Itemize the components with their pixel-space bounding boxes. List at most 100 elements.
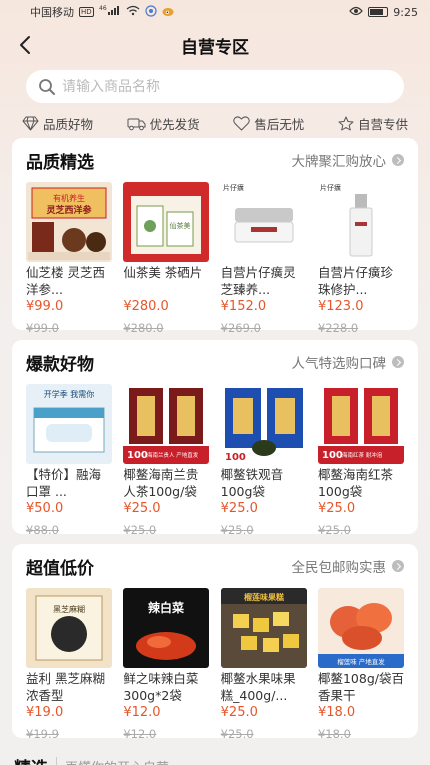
svg-text:仙茶美: 仙茶美	[170, 221, 191, 230]
product-price: ¥25.0	[317, 501, 356, 516]
product-name: 椰鳌水果味果糕_400g/...	[220, 671, 296, 703]
svg-text:100: 100	[225, 452, 246, 463]
product-card[interactable]: 榴莲味 产地直发 椰鳌108g/袋百香果干 ¥18.0 ¥18.0	[317, 588, 404, 742]
product-name: 仙芝楼 灵芝西洋参...	[26, 265, 105, 297]
product-original-price: ¥228.0	[317, 321, 359, 335]
product-card[interactable]: 辣白菜 鲜之味辣白菜300g*2袋 ¥12.0 ¥12.0	[123, 588, 210, 742]
product-card[interactable]: 黑芝麻糊 益利 黑芝麻糊 浓香型 ¥19.0 ¥19.9	[26, 588, 112, 742]
truck-icon	[127, 118, 146, 130]
product-original-price: ¥12.0	[123, 727, 157, 741]
heart-icon	[233, 115, 251, 130]
product-name: 椰鳌海南兰贵人茶100g/袋	[123, 467, 199, 499]
product-original-price: ¥280.0	[123, 321, 164, 335]
product-card[interactable]: 100 海南红茶 耐冲泡 椰鳌海南红茶100g袋 ¥25.0 ¥25.0	[317, 384, 404, 538]
product-image: 榴莲味果糕	[220, 588, 307, 668]
section-more-label: 大牌聚汇购放心	[291, 154, 387, 170]
nav-bar: 自营专区	[0, 24, 430, 66]
product-price: ¥99.0	[26, 299, 64, 314]
product-name: 自营片仔癀珍珠修护...	[317, 265, 393, 297]
chevron-right-icon	[392, 356, 404, 368]
search-bar[interactable]	[26, 70, 404, 103]
product-original-price: ¥99.0	[26, 321, 59, 335]
back-button[interactable]	[14, 32, 36, 58]
svg-text:黑芝麻糊: 黑芝麻糊	[53, 604, 85, 614]
product-price: ¥152.0	[220, 299, 267, 314]
product-price: ¥123.0	[317, 299, 364, 314]
svg-text:榴莲味 产地直发: 榴莲味 产地直发	[337, 657, 385, 666]
svg-text:灵芝西洋参: 灵芝西洋参	[45, 204, 92, 216]
product-price: ¥25.0	[220, 705, 258, 720]
product-image: 仙茶美	[123, 182, 210, 262]
product-image: 黑芝麻糊	[26, 588, 112, 668]
product-card[interactable]: 有机养生 灵芝西洋参 仙芝楼 灵芝西洋参... ¥99.0 ¥99.0	[26, 182, 112, 336]
svg-text:开学季 我需你: 开学季 我需你	[44, 389, 95, 399]
product-name: 椰鳌铁观音100g袋	[220, 467, 284, 499]
diamond-icon	[22, 116, 39, 130]
product-name: 【特价】融海口罩 ...	[26, 467, 102, 499]
section-hot: 爆款好物 人气特选购口碑 开学季 我需你 【特价】融海口罩 ... ¥50.0 …	[12, 340, 418, 537]
search-icon	[39, 78, 55, 95]
section-title: 爆款好物	[26, 354, 94, 375]
product-price: ¥50.0	[26, 501, 64, 516]
section-subtitle: 再懂你的开心自营	[56, 757, 169, 765]
product-name: 自营片仔癀灵芝臻养...	[220, 265, 296, 297]
clock: 9:25	[393, 5, 418, 19]
product-image: 100 海南红茶 耐冲泡	[317, 384, 404, 464]
status-bar: 中国移动 HD 46 9:25	[0, 0, 430, 24]
product-card[interactable]: 片仔癀 自营片仔癀灵芝臻养... ¥152.0 ¥269.0	[220, 182, 307, 336]
product-name: 椰鳌108g/袋百香果干	[317, 671, 404, 703]
product-card[interactable]: 仙茶美 仙茶美 茶硒片 ¥280.0 ¥280.0	[123, 182, 210, 336]
product-card[interactable]: 100 海南兰贵人 产地直发 椰鳌海南兰贵人茶100g/袋 ¥25.0 ¥25.…	[123, 384, 210, 538]
section-more-label: 全民包邮购实惠	[291, 560, 387, 576]
svg-text:片仔癀: 片仔癀	[223, 183, 244, 192]
hd-icon: HD	[79, 7, 94, 17]
svg-text:海南兰贵人 产地直发: 海南兰贵人 产地直发	[147, 451, 199, 459]
section-title: 品质精选	[26, 152, 94, 173]
product-card[interactable]: 片仔癀 自营片仔癀珍珠修护... ¥123.0 ¥228.0	[317, 182, 404, 336]
product-price: ¥19.0	[26, 705, 64, 720]
product-name: 椰鳌海南红茶100g袋	[317, 467, 393, 499]
svg-text:46: 46	[99, 5, 107, 12]
product-original-price: ¥25.0	[220, 523, 254, 537]
wifi-icon	[126, 5, 140, 19]
section-quality: 品质精选 大牌聚汇购放心 有机养生 灵芝西洋参 仙芝楼 灵芝西洋参... ¥99…	[12, 138, 418, 335]
svg-text:100: 100	[322, 450, 343, 461]
svg-text:片仔癀: 片仔癀	[320, 183, 341, 192]
product-image: 有机养生 灵芝西洋参	[26, 182, 112, 262]
section-more-link[interactable]: 大牌聚汇购放心	[291, 150, 404, 170]
product-original-price: ¥18.0	[317, 727, 351, 741]
product-image: 辣白菜	[123, 588, 210, 668]
notification-icon	[145, 4, 157, 20]
chevron-right-icon	[392, 560, 404, 572]
eye-icon	[349, 6, 364, 19]
product-image: 片仔癀	[220, 182, 307, 262]
product-price: ¥18.0	[317, 705, 356, 720]
section-more-link[interactable]: 人气特选购口碑	[291, 352, 404, 372]
product-card[interactable]: 榴莲味果糕 椰鳌水果味果糕_400g/... ¥25.0 ¥25.0	[220, 588, 307, 742]
product-name: 鲜之味辣白菜300g*2袋	[123, 671, 199, 703]
svg-text:榴莲味果糕: 榴莲味果糕	[244, 592, 284, 602]
svg-text:有机养生: 有机养生	[53, 193, 85, 203]
feature-label: 品质好物	[43, 116, 94, 132]
product-card[interactable]: 开学季 我需你 【特价】融海口罩 ... ¥50.0 ¥88.0	[26, 384, 112, 538]
section-featured-header: 精选 再懂你的开心自营	[14, 754, 169, 765]
feature-bar: 品质好物 优先发货 售后无忧 自营专供	[0, 112, 430, 134]
section-more-link[interactable]: 全民包邮购实惠	[291, 556, 404, 576]
product-price: ¥25.0	[123, 501, 161, 516]
section-more-label: 人气特选购口碑	[291, 356, 387, 372]
product-card[interactable]: 100 椰鳌铁观音100g袋 ¥25.0 ¥25.0	[220, 384, 307, 538]
feature-aftersale: 售后无忧	[233, 114, 304, 133]
product-original-price: ¥25.0	[220, 727, 254, 741]
svg-text:海南红茶 耐冲泡: 海南红茶 耐冲泡	[342, 451, 383, 459]
product-name: 仙茶美 茶硒片	[123, 265, 203, 280]
weibo-icon	[162, 5, 175, 20]
search-input[interactable]	[62, 78, 362, 95]
section-title: 超值低价	[26, 558, 94, 579]
product-image: 100 海南兰贵人 产地直发	[123, 384, 210, 464]
product-original-price: ¥25.0	[317, 523, 351, 537]
section-value: 超值低价 全民包邮购实惠 黑芝麻糊 益利 黑芝麻糊 浓香型 ¥19.0 ¥19.…	[12, 544, 418, 741]
product-original-price: ¥88.0	[26, 523, 59, 537]
section-title: 精选	[14, 754, 48, 765]
product-price: ¥25.0	[220, 501, 258, 516]
feature-label: 自营专供	[357, 116, 408, 132]
